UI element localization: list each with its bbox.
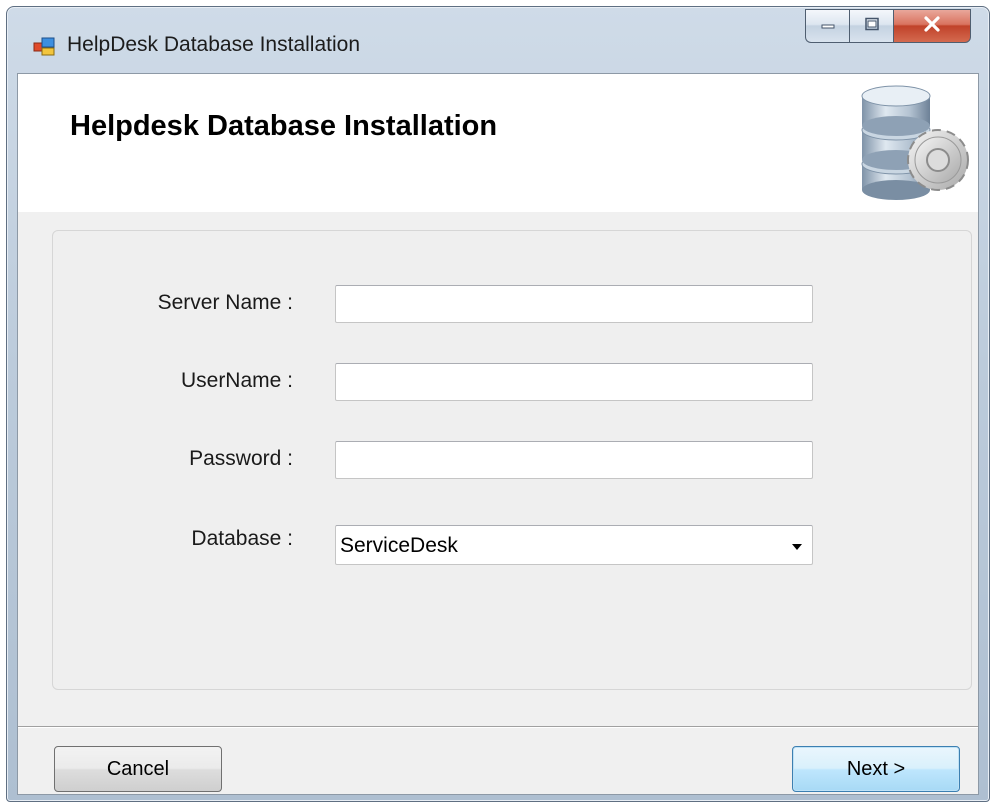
window-title: HelpDesk Database Installation: [67, 33, 360, 56]
maximize-icon: [864, 17, 880, 36]
close-icon: [923, 15, 941, 37]
footer-separator: [18, 726, 978, 728]
minimize-icon: [820, 17, 836, 35]
dialog-client-area: Helpdesk Database Installation Server Na…: [17, 73, 979, 795]
database-selected-value: ServiceDesk: [340, 534, 458, 557]
database-label: Database :: [191, 527, 293, 550]
server-name-label: Server Name :: [157, 291, 293, 314]
maximize-button[interactable]: [849, 9, 893, 43]
window-controls: [805, 9, 971, 43]
app-icon: [33, 36, 55, 56]
server-name-input[interactable]: [335, 285, 813, 323]
title-bar[interactable]: HelpDesk Database Installation: [7, 7, 989, 73]
page-title: Helpdesk Database Installation: [70, 110, 498, 142]
chevron-down-icon[interactable]: [790, 539, 804, 557]
username-input[interactable]: [335, 363, 813, 401]
username-label: UserName :: [180, 369, 293, 392]
minimize-button[interactable]: [805, 9, 849, 43]
password-label: Password :: [189, 447, 293, 470]
database-gear-icon: [856, 80, 976, 208]
password-input[interactable]: [335, 441, 813, 479]
connection-form: Server Name : UserName : Password : Data…: [52, 230, 972, 690]
installer-window: HelpDesk Database Installation Helpdesk …: [6, 6, 990, 802]
database-select[interactable]: ServiceDesk: [335, 525, 813, 565]
header-panel: Helpdesk Database Installation: [18, 74, 978, 212]
close-button[interactable]: [893, 9, 971, 43]
cancel-button[interactable]: Cancel: [54, 746, 222, 792]
next-button[interactable]: Next >: [792, 746, 960, 792]
